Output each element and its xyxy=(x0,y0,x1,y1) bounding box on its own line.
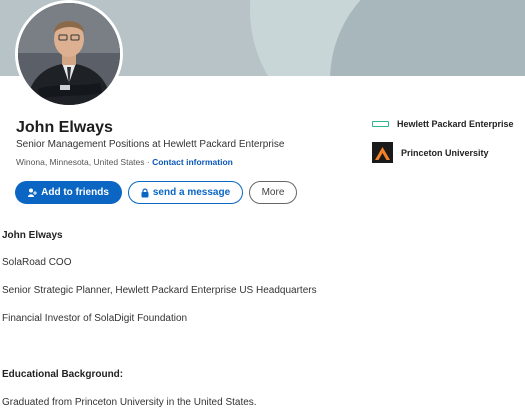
about-line: Senior Strategic Planner, Hewlett Packar… xyxy=(2,285,317,296)
add-person-icon xyxy=(28,188,38,197)
send-message-button[interactable]: send a message xyxy=(128,181,243,204)
hpe-logo-icon xyxy=(372,121,389,127)
send-message-label: send a message xyxy=(152,187,231,198)
add-to-friends-label: Add to friends xyxy=(41,187,109,198)
sidebar-item-princeton[interactable]: Princeton University xyxy=(372,142,489,163)
sidebar-item-label: Hewlett Packard Enterprise xyxy=(397,119,514,129)
profile-name: John Elways xyxy=(16,119,113,136)
education-heading: Educational Background: xyxy=(2,369,124,380)
about-line: Financial Investor of SolaDigit Foundati… xyxy=(2,313,188,324)
banner-decoration xyxy=(330,0,525,76)
education-text: Graduated from Princeton University in t… xyxy=(2,397,257,408)
about-title: John Elways xyxy=(2,230,63,241)
lock-icon xyxy=(141,188,149,197)
contact-info-link[interactable]: Contact information xyxy=(152,157,233,167)
location-text: Winona, Minnesota, United States xyxy=(16,157,145,167)
add-to-friends-button[interactable]: Add to friends xyxy=(15,181,122,204)
avatar-photo-icon xyxy=(18,3,120,105)
about-line: SolaRoad COO xyxy=(2,257,72,268)
sidebar-item-hpe[interactable]: Hewlett Packard Enterprise xyxy=(372,119,514,129)
more-button[interactable]: More xyxy=(249,181,297,204)
profile-headline: Senior Management Positions at Hewlett P… xyxy=(16,139,285,150)
location-separator: · xyxy=(144,157,153,167)
profile-location-line: Winona, Minnesota, United States · Conta… xyxy=(16,157,233,167)
princeton-shield-icon xyxy=(372,142,393,163)
avatar[interactable] xyxy=(15,0,123,108)
more-label: More xyxy=(261,187,285,198)
sidebar-item-label: Princeton University xyxy=(401,147,489,158)
